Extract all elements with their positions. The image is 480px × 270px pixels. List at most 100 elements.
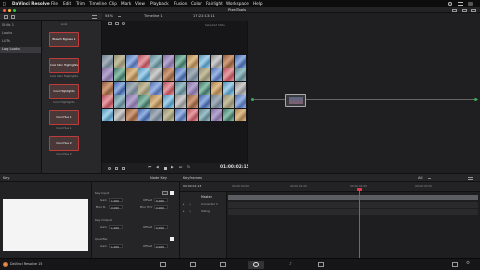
menu-fairlight[interactable]: Fairlight	[206, 1, 223, 6]
apple-menu-icon[interactable]: 	[3, 1, 6, 6]
expand-icon[interactable]: ▸	[183, 203, 184, 206]
menu-fusion[interactable]: Fusion	[174, 1, 187, 6]
settings-icon[interactable]	[471, 8, 476, 12]
rewind-icon[interactable]: ◀	[156, 165, 159, 170]
playhead[interactable]	[359, 190, 360, 258]
viewer-zoom[interactable]: 54%	[105, 14, 113, 19]
menu-edit[interactable]: Edit	[63, 1, 71, 6]
window-close-button[interactable]	[3, 8, 6, 12]
chevron-down-icon[interactable]	[428, 177, 431, 180]
qualifier-offset-field[interactable]: 0.000	[154, 243, 168, 249]
skip-to-start-icon[interactable]: ⏮	[148, 165, 151, 170]
menu-clip[interactable]: Clip	[109, 1, 117, 6]
split-screen-tile	[210, 81, 223, 95]
split-screen-tile	[223, 68, 235, 82]
edit-page-icon[interactable]	[220, 262, 226, 267]
menu-help[interactable]: Help	[253, 1, 263, 6]
still-thumbnail[interactable]: Cool Skin Highlights	[49, 58, 79, 73]
settings-gear-icon[interactable]: ⚙	[466, 261, 470, 267]
options-icon[interactable]	[92, 15, 97, 19]
lightbox-icon[interactable]	[452, 8, 457, 12]
full-screen-icon[interactable]	[462, 8, 467, 12]
blur-radius-field[interactable]: 0.000	[109, 204, 123, 210]
still-thumbnail[interactable]: Cool Highlights	[49, 84, 79, 99]
menu-workspace[interactable]: Workspace	[226, 1, 249, 6]
split-screen-tile	[138, 55, 150, 68]
album-item-stills[interactable]: Stills 1	[2, 23, 14, 28]
menu-trim[interactable]: Trim	[76, 1, 85, 6]
menu-view[interactable]: View	[135, 1, 145, 6]
menu-list-icon[interactable]	[458, 1, 463, 6]
window-maximize-button[interactable]	[13, 8, 16, 12]
qualifier-toggle[interactable]	[170, 236, 174, 241]
serial-node[interactable]	[285, 94, 306, 107]
cut-page-icon[interactable]	[190, 262, 196, 267]
project-manager-icon[interactable]	[452, 262, 458, 267]
media-page-icon[interactable]	[160, 262, 166, 267]
memories-icon[interactable]	[11, 15, 15, 19]
fairlight-page-icon[interactable]: ♪	[289, 261, 292, 266]
track-corrector[interactable]: Corrector 1	[201, 203, 218, 206]
corrector-track-bar[interactable]	[228, 202, 478, 208]
loop-icon[interactable]: ↻	[187, 165, 190, 170]
node-editor[interactable]	[248, 13, 480, 173]
key-preview	[3, 199, 88, 251]
highlight-icon[interactable]	[122, 22, 125, 25]
menu-mark[interactable]: Mark	[121, 1, 131, 6]
master-track-bar[interactable]	[228, 195, 478, 200]
mask-toggle[interactable]	[170, 190, 174, 195]
still-thumbnail[interactable]: Cool Hue 1	[49, 110, 79, 125]
gallery-view-icon[interactable]	[4, 15, 8, 19]
tool-icon[interactable]	[122, 166, 125, 170]
qualifier-gain-field[interactable]: 1.000	[109, 243, 123, 249]
deliver-page-icon[interactable]	[318, 262, 324, 267]
split-screen-tile	[198, 68, 211, 82]
wipe-icon[interactable]	[115, 22, 119, 25]
chevron-down-icon[interactable]	[118, 15, 121, 18]
menu-file[interactable]: File	[51, 1, 58, 6]
expand-icon[interactable]: ▸	[183, 210, 184, 213]
menu-color[interactable]: Color	[191, 1, 202, 6]
split-screen-tile	[235, 55, 247, 68]
keyframe-toggle-icon[interactable]: ◇	[189, 210, 191, 213]
still-label: Cool Highlights	[53, 100, 75, 104]
split-screen-tile	[174, 81, 186, 95]
album-item-log-looks[interactable]: Log Looks	[0, 46, 41, 53]
key-output-offset-field[interactable]: 0.000	[154, 224, 168, 230]
gallery-album-list: Stills 1 Looks LUTs Log Looks	[0, 21, 42, 173]
playhead-handle[interactable]	[357, 188, 362, 191]
transport-controls: ⏮ ◀ ▶ ⏭ ↻ 01:00:02:15	[102, 163, 250, 173]
invert-toggle[interactable]	[162, 190, 168, 195]
split-screen-icon[interactable]	[108, 22, 112, 25]
search-icon[interactable]	[448, 1, 452, 6]
play-icon[interactable]: ▶	[171, 165, 174, 170]
still-caption: Bleach Bypass 1	[52, 37, 76, 41]
keyframe-filter[interactable]: All	[418, 176, 422, 181]
track-master[interactable]: Master	[201, 195, 212, 199]
album-item-luts[interactable]: LUTs	[2, 39, 10, 44]
keyframe-ruler[interactable]: 00:00:01:13 00:00:00:00 00:00:01:00 00:0…	[180, 182, 480, 192]
still-thumbnail[interactable]: Cool Hue 2	[49, 136, 79, 151]
timeline-name[interactable]: Timeline 1	[144, 14, 163, 19]
still-thumbnail[interactable]: Bleach Bypass 1	[49, 32, 79, 47]
tool-icon[interactable]	[108, 166, 111, 170]
blur-hv-field[interactable]: 0.000	[154, 204, 168, 210]
menu-timeline[interactable]: Timeline	[89, 1, 107, 6]
color-page-icon[interactable]	[253, 262, 259, 267]
keyframe-toggle-icon[interactable]: ◇	[189, 203, 191, 206]
key-output-gain-field[interactable]: 1.000	[109, 224, 123, 230]
sizing-track-bar[interactable]	[228, 209, 478, 215]
key-input-gain-field[interactable]: 1.000	[109, 197, 123, 203]
menu-playback[interactable]: Playback	[150, 1, 169, 6]
split-screen-tile	[102, 95, 114, 108]
key-input-offset-field[interactable]: 0.000	[154, 197, 168, 203]
split-screen-tile	[174, 108, 186, 122]
album-item-looks[interactable]: Looks	[2, 31, 12, 36]
options-icon[interactable]	[468, 176, 473, 180]
menu-app[interactable]: DaVinci Resolve	[12, 1, 50, 6]
skip-to-end-icon[interactable]: ⏭	[179, 165, 182, 170]
tool-icon[interactable]	[115, 166, 118, 170]
track-sizing[interactable]: Sizing	[201, 210, 210, 213]
window-minimize-button[interactable]	[8, 8, 11, 12]
stop-icon[interactable]	[164, 166, 167, 170]
